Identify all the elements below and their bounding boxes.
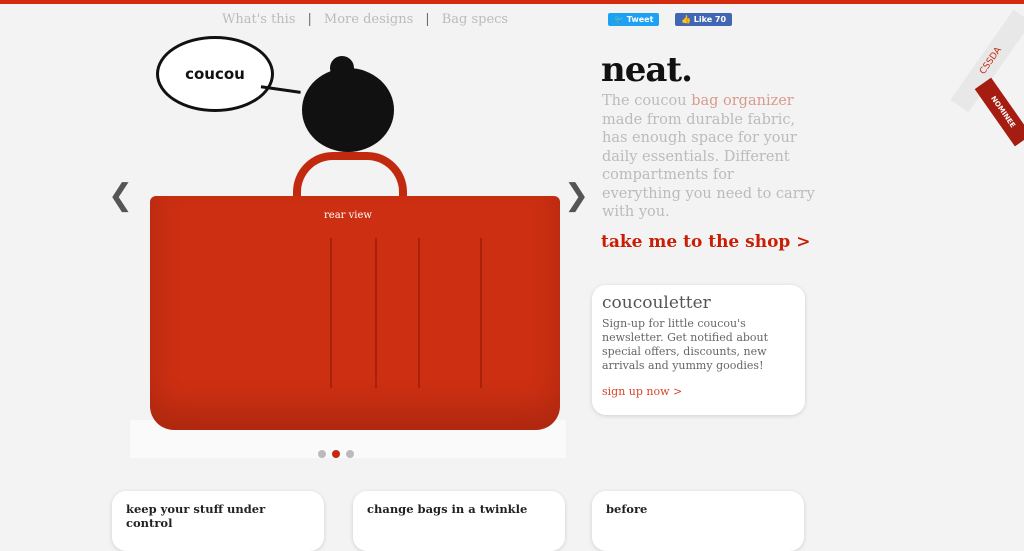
- slide-dots: [318, 450, 354, 458]
- nominee-ribbon: NOMINEE: [974, 77, 1024, 147]
- sign-up-link[interactable]: sign up now >: [602, 385, 795, 398]
- shop-link[interactable]: take me to the shop >: [601, 232, 810, 252]
- prev-slide-arrow-icon[interactable]: ❮: [108, 178, 133, 213]
- desc-text: The coucou: [602, 93, 692, 109]
- slide-dot-3[interactable]: [346, 450, 354, 458]
- tweet-button[interactable]: 🐦 Tweet: [608, 13, 660, 26]
- tweet-label: Tweet: [626, 15, 654, 24]
- hero-description: The coucou bag organizer made from durab…: [602, 92, 817, 222]
- newsletter-card: coucouletter Sign-up for little coucou's…: [592, 285, 805, 415]
- bag-pocket: [375, 238, 377, 388]
- speech-bubble: coucou: [156, 36, 274, 112]
- bag-pocket: [480, 238, 482, 388]
- nav-separator: |: [307, 12, 312, 27]
- speech-bubble-tail: [259, 85, 301, 105]
- hero-title: neat.: [601, 50, 693, 90]
- bag-pocket: [330, 238, 332, 388]
- newsletter-body: Sign-up for little coucou's newsletter. …: [602, 317, 769, 372]
- slide-dot-2[interactable]: [332, 450, 340, 458]
- bag-pocket: [418, 238, 420, 388]
- bag-organizer-link[interactable]: bag organizer: [691, 93, 794, 109]
- like-label: Like 70: [693, 15, 727, 24]
- slide-caption: rear view: [324, 210, 372, 221]
- newsletter-title: coucouletter: [602, 293, 711, 313]
- facebook-like-button[interactable]: 👍 Like 70: [675, 13, 733, 26]
- desc-text: made from durable fabric, has enough spa…: [602, 111, 815, 221]
- nav-more-designs[interactable]: More designs: [324, 12, 413, 27]
- nav-separator: |: [425, 12, 430, 27]
- feature-card: keep your stuff under control: [112, 491, 324, 551]
- top-nav: What's this | More designs | Bag specs: [222, 12, 508, 27]
- bag-image: [150, 196, 560, 430]
- next-slide-arrow-icon[interactable]: ❯: [564, 178, 589, 213]
- mascot-head: [302, 68, 394, 152]
- feature-card: before: [592, 491, 804, 551]
- nav-bag-specs[interactable]: Bag specs: [442, 12, 508, 27]
- slide-dot-1[interactable]: [318, 450, 326, 458]
- top-accent-bar: [0, 0, 1024, 4]
- nav-whats-this[interactable]: What's this: [222, 12, 296, 27]
- feature-card: change bags in a twinkle: [353, 491, 565, 551]
